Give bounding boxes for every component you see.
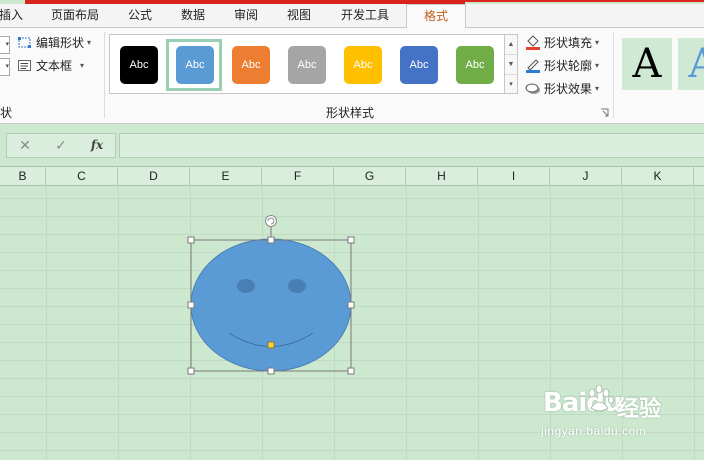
column-header[interactable]: G	[334, 167, 406, 186]
ribbon-tab-bar: 插入 页面布局 公式 数据 审阅 视图 开发工具 格式	[0, 4, 704, 29]
gallery-scroll-more[interactable]: ▾	[0, 58, 10, 76]
tab-insert[interactable]: 插入	[0, 4, 24, 28]
tab-view[interactable]: 视图	[283, 4, 315, 28]
gallery-down-arrow-icon[interactable]: ▼	[505, 55, 517, 75]
resize-handle-ne[interactable]	[347, 236, 355, 244]
resize-handle-n[interactable]	[267, 236, 275, 244]
wordart-style-black[interactable]: A	[622, 38, 672, 90]
resize-handle-nw[interactable]	[187, 236, 195, 244]
shape-styles-group-label: 形状样式	[326, 106, 375, 120]
tab-developer[interactable]: 开发工具	[334, 4, 396, 28]
column-header[interactable]: D	[118, 167, 190, 186]
tab-format[interactable]: 格式	[406, 4, 466, 29]
paw-icon	[588, 384, 614, 412]
column-headers: B C D E F G H I J K	[0, 166, 704, 186]
paint-bucket-icon	[526, 35, 540, 50]
enter-icon[interactable]: ✓	[43, 134, 79, 157]
column-header[interactable]: H	[406, 167, 478, 186]
resize-handle-w[interactable]	[187, 301, 195, 309]
chevron-down-icon: ▾	[595, 38, 600, 47]
style-swatch-blue-light[interactable]: Abc	[176, 46, 214, 84]
edit-shape-button[interactable]: 编辑形状 ▾	[17, 34, 91, 51]
dialog-launcher-icon[interactable]	[600, 108, 609, 117]
adjust-handle[interactable]	[267, 341, 275, 349]
column-header[interactable]: K	[622, 167, 694, 186]
cancel-icon[interactable]: ✕	[7, 134, 43, 157]
shape-fill-button[interactable]: 形状填充 ▾	[525, 34, 599, 51]
tab-page-layout[interactable]: 页面布局	[46, 4, 104, 28]
smiley-face-body[interactable]	[190, 238, 352, 372]
title-accent-line-right	[465, 0, 704, 2]
style-swatch-black[interactable]: Abc	[120, 46, 158, 84]
insert-function-icon[interactable]: fx	[79, 134, 115, 157]
gallery-more-icon[interactable]: ▾	[505, 75, 517, 95]
smiley-left-eye	[237, 279, 255, 293]
edit-shape-label: 编辑形状	[36, 36, 85, 50]
shape-styles-gallery: Abc Abc Abc Abc Abc Abc Abc	[109, 34, 517, 94]
resize-handle-s[interactable]	[267, 367, 275, 375]
column-header[interactable]: F	[262, 167, 334, 186]
column-header[interactable]: E	[190, 167, 262, 186]
textbox-label: 文本框	[36, 59, 73, 73]
chevron-down-icon: ▾	[87, 38, 92, 47]
pen-outline-icon	[526, 59, 540, 73]
column-header[interactable]: B	[0, 167, 46, 186]
chevron-down-icon: ▾	[595, 84, 600, 93]
textbox-button[interactable]: 文本框 ▾	[17, 57, 84, 74]
ribbon-panel: ▾ ▾ 编辑形状 ▾ 文本框 ▾ 状 Abc Abc Abc Abc Abc A…	[0, 28, 704, 124]
style-swatch-green[interactable]: Abc	[456, 46, 494, 84]
chevron-down-icon: ▾	[595, 61, 600, 70]
group-divider	[104, 32, 105, 118]
shape-outline-label: 形状轮廓	[544, 59, 593, 73]
chevron-down-icon: ▾	[80, 61, 85, 70]
resize-handle-sw[interactable]	[187, 367, 195, 375]
group-divider	[613, 32, 614, 118]
shape-effects-button[interactable]: 形状效果 ▾	[525, 80, 599, 97]
formula-buttons: ✕ ✓ fx	[6, 133, 116, 158]
textbox-icon	[18, 59, 31, 71]
tab-review[interactable]: 审阅	[230, 4, 262, 28]
insert-shapes-group-label: 状	[0, 106, 13, 120]
column-header[interactable]: C	[46, 167, 118, 186]
gallery-scroll-up[interactable]: ▾	[0, 36, 10, 54]
style-swatch-gray[interactable]: Abc	[288, 46, 326, 84]
shape-outline-button[interactable]: 形状轮廓 ▾	[525, 57, 599, 74]
tab-formulas[interactable]: 公式	[124, 4, 156, 28]
column-header[interactable]: J	[550, 167, 622, 186]
spreadsheet-app: 插入 页面布局 公式 数据 审阅 视图 开发工具 格式 ▾ ▾ 编辑形状 ▾ 文…	[0, 0, 704, 460]
style-swatch-gold[interactable]: Abc	[344, 46, 382, 84]
rotate-handle-icon[interactable]	[265, 215, 277, 227]
shape-effects-icon	[525, 83, 540, 94]
resize-handle-e[interactable]	[347, 301, 355, 309]
smiley-face-shape[interactable]	[190, 238, 352, 372]
style-swatch-orange[interactable]: Abc	[232, 46, 270, 84]
style-swatch-blue[interactable]: Abc	[400, 46, 438, 84]
shape-fill-label: 形状填充	[544, 36, 593, 50]
smiley-right-eye	[288, 279, 306, 293]
shape-effects-label: 形状效果	[544, 82, 593, 96]
edit-shape-icon	[18, 36, 31, 48]
watermark-url: jingyan.baidu.com	[541, 424, 647, 438]
tab-data[interactable]: 数据	[177, 4, 209, 28]
insert-shapes-gallery-stub[interactable]: ▾ ▾	[0, 36, 11, 96]
gallery-up-arrow-icon[interactable]: ▲	[505, 35, 517, 55]
column-header[interactable]: I	[478, 167, 550, 186]
gallery-scrollbar[interactable]: ▲ ▼ ▾	[504, 34, 518, 94]
wordart-style-blue[interactable]: A	[678, 38, 704, 90]
resize-handle-se[interactable]	[347, 367, 355, 375]
watermark-brand-cn: 经验	[617, 396, 662, 421]
baidu-jingyan-watermark: Baidu 经验 jingyan.baidu.com	[537, 380, 677, 442]
formula-bar: ✕ ✓ fx	[0, 124, 704, 166]
formula-input[interactable]	[119, 133, 704, 158]
